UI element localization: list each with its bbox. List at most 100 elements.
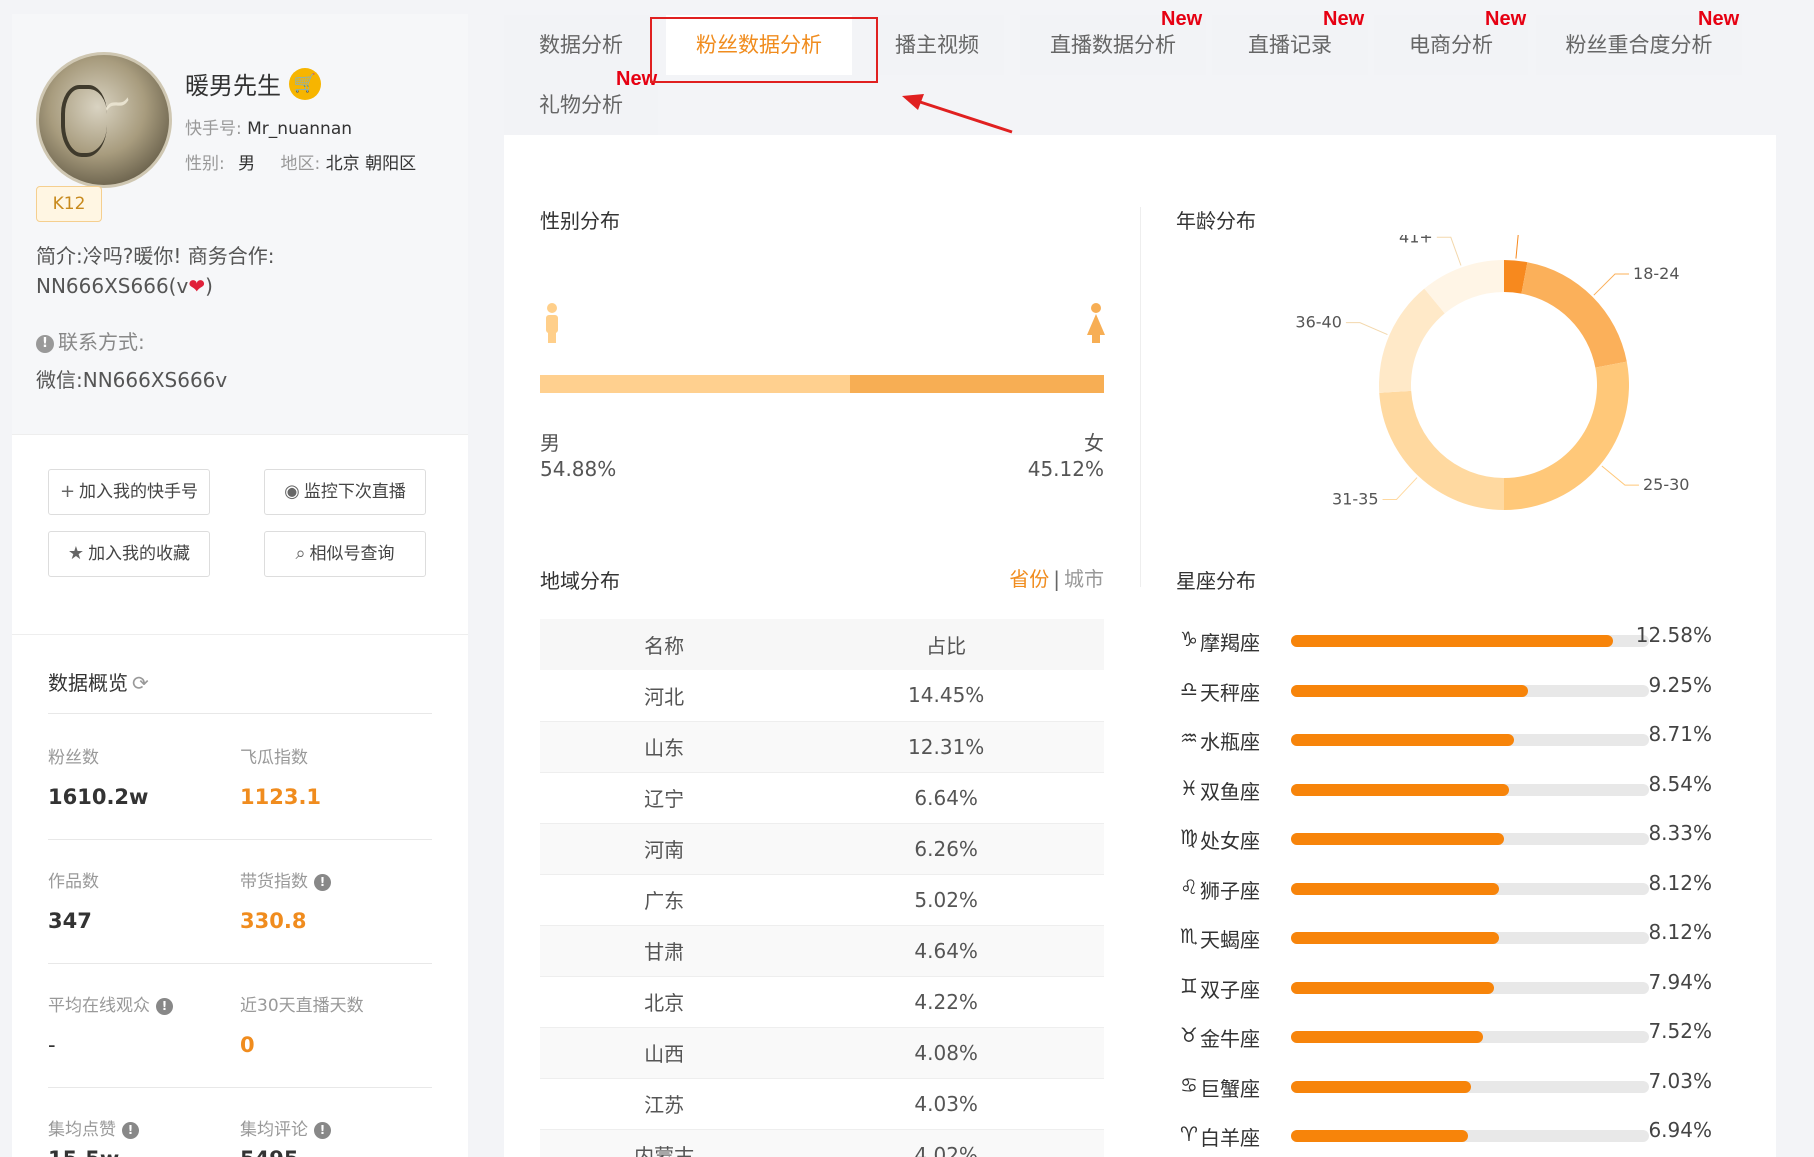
zodiac-name: 天蝎座 — [1200, 928, 1260, 952]
zodiac-name: 摩羯座 — [1200, 631, 1260, 655]
region-value: 北京 朝阳区 — [325, 154, 417, 174]
city-toggle[interactable]: 城市 — [1064, 567, 1104, 591]
table-row: 辽宁 6.64% — [540, 772, 1104, 824]
similar-search-button[interactable]: ⌕ 相似号查询 — [264, 531, 426, 577]
age-label: 36-40 — [1295, 313, 1342, 332]
col-pct-header: 占比 — [788, 619, 1104, 670]
zodiac-bar-track — [1291, 833, 1649, 845]
zodiac-bar-fill — [1291, 684, 1528, 697]
zodiac-icon: ♋ — [1180, 1072, 1198, 1097]
male-label: 男 — [540, 431, 560, 455]
age-leader-line — [1436, 236, 1462, 266]
avatar[interactable]: ~ — [36, 52, 172, 188]
profile-name: 暖男先生 — [185, 72, 281, 100]
region-pct: 5.02% — [788, 874, 1104, 926]
zodiac-bar-track — [1291, 635, 1649, 647]
avg-online-value: - — [48, 1033, 56, 1057]
divider — [48, 1087, 432, 1088]
contact-label-row: ! 联系方式: — [36, 326, 145, 355]
live-days-label: 近30天直播天数 — [240, 996, 364, 1016]
table-row: 江苏 4.03% — [540, 1078, 1104, 1130]
avg-online-label-row: 平均在线观众! — [48, 991, 173, 1016]
age-label: 41+ — [1399, 235, 1433, 246]
overview-title-row: 数据概览 ⟳ — [48, 667, 149, 696]
info-icon[interactable]: ! — [314, 1122, 331, 1139]
zodiac-name: 处女座 — [1200, 829, 1260, 853]
age-leader-line — [1601, 465, 1639, 486]
avg-likes-label: 集均点赞 — [48, 1120, 116, 1140]
zodiac-icon: ♉ — [1180, 1023, 1198, 1047]
new-badge: New — [1698, 8, 1740, 30]
zodiac-pct: 7.52% — [1648, 1019, 1712, 1043]
refresh-icon[interactable]: ⟳ — [132, 671, 149, 695]
table-row: 河北 14.45% — [540, 670, 1104, 722]
annotation-arrow-icon — [902, 94, 1013, 134]
works-value: 347 — [48, 909, 92, 933]
zodiac-bar-track — [1291, 684, 1649, 697]
divider — [48, 963, 432, 964]
region-name: 内蒙古 — [540, 1129, 789, 1157]
sales-label: 带货指数 — [240, 872, 308, 892]
avg-likes-label-row: 集均点赞! — [48, 1115, 139, 1140]
age-label: 25-30 — [1643, 475, 1690, 494]
zodiac-row: ♉ 金牛座 7.52% — [1176, 1015, 1746, 1064]
age-label: 18-24 — [1633, 264, 1680, 283]
zodiac-pct: 8.33% — [1648, 821, 1712, 845]
tab-creator-videos[interactable]: 播主视频 — [870, 15, 1004, 75]
zodiac-icon: ♒ — [1180, 726, 1198, 750]
new-badge: New — [1485, 8, 1527, 30]
zodiac-name: 水瓶座 — [1200, 730, 1260, 754]
gender-label: 性别: — [185, 154, 225, 174]
table-header-row: 名称 占比 — [540, 619, 1104, 670]
province-toggle[interactable]: 省份 — [1009, 567, 1049, 591]
vertical-divider — [1140, 207, 1141, 587]
table-row: 内蒙古 4.02% — [540, 1129, 1104, 1157]
female-pct: 45.12% — [1027, 457, 1104, 481]
zodiac-title: 星座分布 — [1176, 569, 1256, 593]
intro-line-2-text: NN666XS666(v — [36, 274, 189, 298]
zodiac-icon: ♏ — [1180, 924, 1198, 948]
zodiac-name: 双鱼座 — [1200, 779, 1260, 804]
region-name: 辽宁 — [540, 772, 789, 824]
region-name: 江苏 — [540, 1078, 789, 1130]
live-days-value: 0 — [240, 1033, 255, 1057]
info-icon[interactable]: ! — [156, 998, 173, 1015]
tab-data-analysis[interactable]: 数据分析 — [504, 15, 658, 75]
region-pct: 6.64% — [788, 772, 1104, 824]
kuaishou-id-row: 快手号: Mr_nuannan — [185, 114, 352, 139]
zodiac-bar-track — [1291, 932, 1649, 944]
eye-icon: ◉ — [284, 481, 300, 502]
zodiac-bar-track — [1291, 1080, 1649, 1093]
region-name: 山东 — [540, 721, 789, 773]
info-icon[interactable]: ! — [122, 1122, 139, 1139]
monitor-live-button[interactable]: ◉ 监控下次直播 — [264, 469, 426, 515]
table-row: 河南 6.26% — [540, 823, 1104, 875]
add-favorite-button[interactable]: ★ 加入我的收藏 — [48, 531, 210, 577]
table-row: 广东 5.02% — [540, 874, 1104, 926]
age-leader-line — [1593, 273, 1630, 296]
add-kuaishou-button[interactable]: + 加入我的快手号 — [48, 469, 210, 515]
region-label: 地区: — [280, 154, 321, 174]
fans-label: 粉丝数 — [48, 748, 99, 768]
zodiac-row: ♌ 狮子座 8.12% — [1176, 867, 1746, 916]
gender-region-row: 性别: 男 地区: 北京 朝阳区 — [185, 149, 416, 174]
zodiac-pct: 8.71% — [1648, 722, 1712, 746]
region-title: 地域分布 — [540, 569, 620, 593]
table-row: 甘肃 4.64% — [540, 925, 1104, 977]
zodiac-name: 狮子座 — [1200, 878, 1260, 903]
info-icon[interactable]: ! — [314, 874, 331, 891]
region-table: 名称 占比 河北 14.45% 山东 12.31% 辽宁 6.64% 河南 6.26% 广东 5.… — [540, 619, 1104, 1157]
region-pct: 6.26% — [788, 823, 1104, 875]
region-pct: 4.02% — [788, 1129, 1104, 1157]
zodiac-pct: 7.03% — [1648, 1068, 1712, 1093]
male-icon — [546, 303, 558, 343]
region-name: 山西 — [540, 1027, 789, 1079]
contact-label: 联系方式: — [58, 330, 145, 354]
profile-card: ~ 暖男先生 🛒 快手号: Mr_nuannan 性别: 男 地区: 北京 朝阳… — [12, 14, 468, 434]
intro-line-2-end: ) — [205, 274, 213, 298]
fans-value: 1610.2w — [48, 785, 149, 809]
zodiac-name: 双子座 — [1200, 977, 1260, 1002]
zodiac-pct: 6.94% — [1648, 1118, 1712, 1142]
add-kuaishou-label: 加入我的快手号 — [79, 482, 199, 502]
region-pct: 4.08% — [788, 1027, 1104, 1079]
